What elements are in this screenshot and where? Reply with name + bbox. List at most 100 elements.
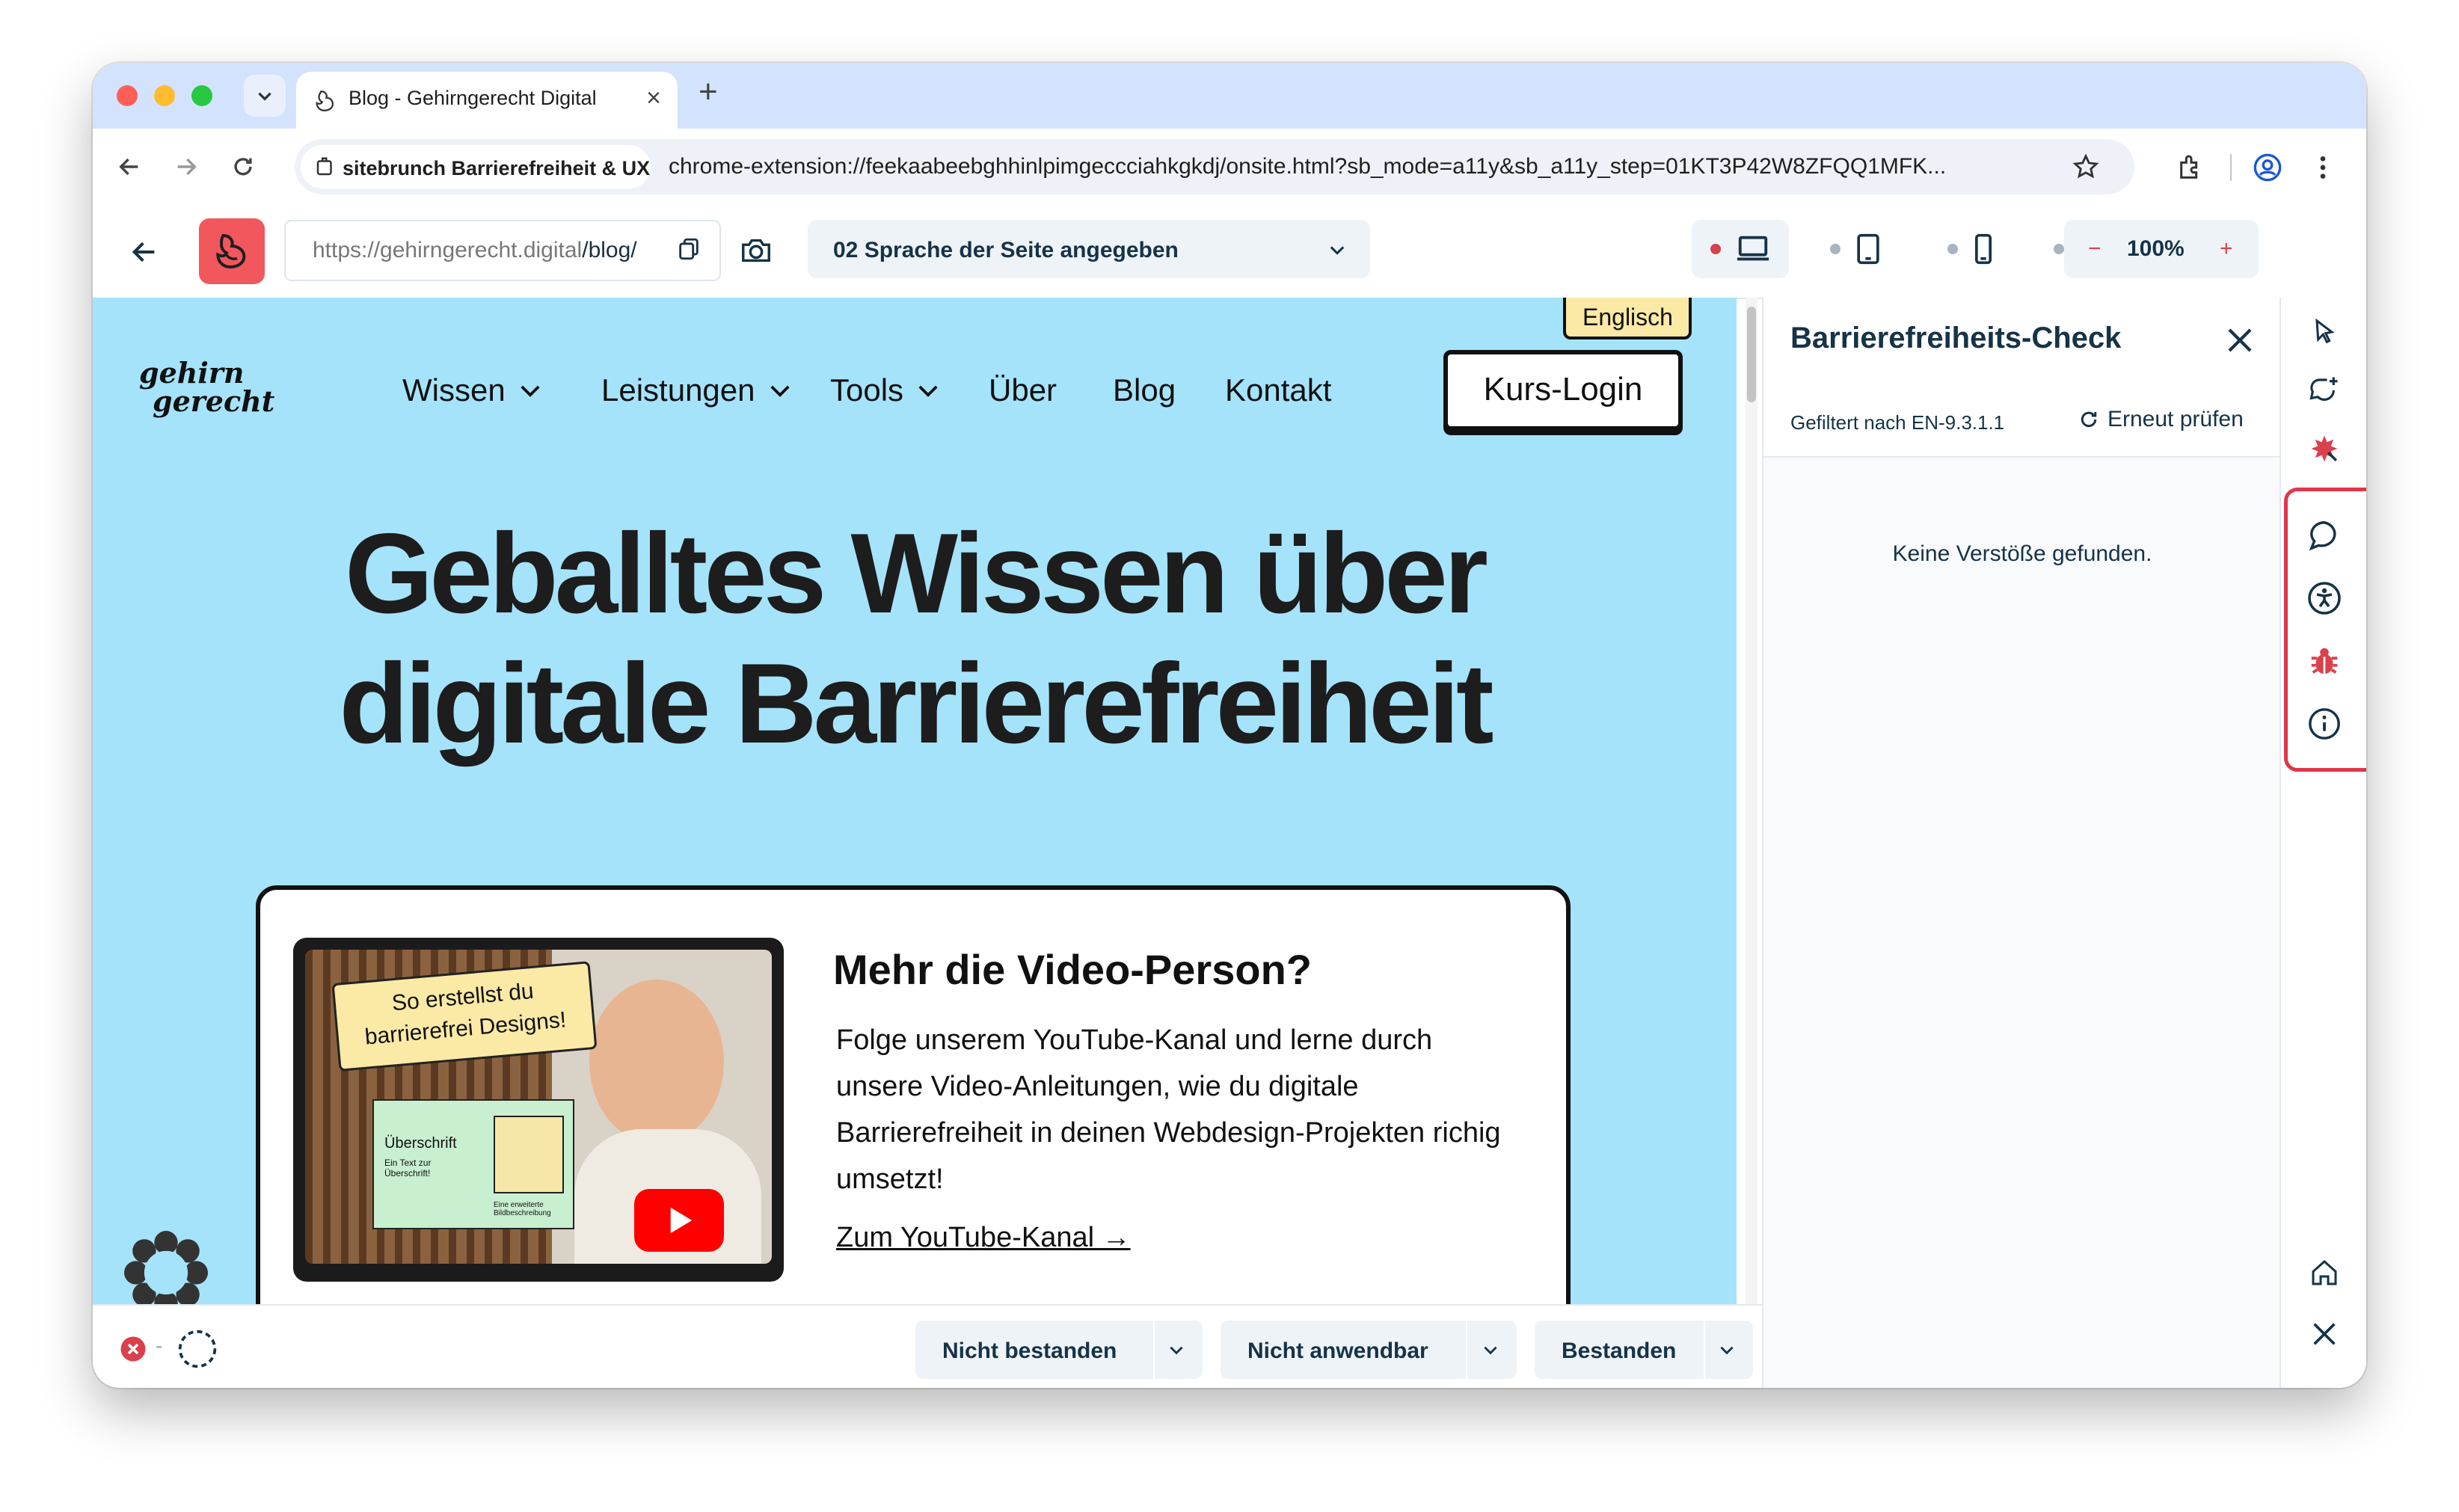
address-bar[interactable]: sitebrunch Barrierefreiheit & UX chrome-… [295,139,2134,194]
burst-icon [2311,435,2338,462]
verdict-failed-button[interactable]: Nicht bestanden [942,1339,1117,1364]
verdict-not-applicable-button[interactable]: Nicht anwendbar [1247,1339,1428,1364]
chevron-down-icon[interactable] [1717,1340,1737,1359]
kurs-login-button[interactable]: Kurs-Login [1443,350,1683,431]
nav-item-ueber[interactable]: Über [989,372,1057,408]
extension-toolbar: https://gehirngerecht.digital/blog/ 02 S… [93,205,2366,299]
comment-add-icon [2309,377,2338,401]
criterion-select[interactable]: 02 Sprache der Seite angegeben [808,220,1370,278]
filter-label: Gefiltert nach EN-9.3.1.1 [1790,411,2005,434]
close-panel-icon[interactable] [2224,325,2256,356]
video-thumbnail[interactable]: So erstellst du barrierefrei Designs! Üb… [293,938,784,1282]
bookmark-star-icon[interactable] [2072,153,2100,181]
site-favicon-icon [316,90,334,111]
bug-icon [2311,648,2338,674]
home-button[interactable] [2300,1249,2348,1297]
arrow-left-icon [119,158,138,176]
pending-status-icon [178,1330,217,1368]
zoom-control: − 100% + [2064,220,2259,278]
hero-heading-line-1: Geballtes Wissen über [345,510,1488,637]
nav-item-wissen[interactable]: Wissen [402,372,541,408]
camera-icon[interactable] [739,233,773,268]
more-menu-icon[interactable] [2308,153,2338,182]
info-button[interactable] [2300,700,2348,748]
profile-icon[interactable] [2253,153,2283,182]
chevron-down-icon [1330,246,1345,255]
reload-button[interactable] [221,145,265,188]
device-tablet-button[interactable] [1807,220,1904,278]
device-laptop-button[interactable] [1692,220,1789,278]
verdict-failed: Nicht bestanden [915,1321,1203,1379]
copy-icon[interactable] [676,236,702,262]
zoom-level: 100% [2127,236,2185,261]
youtube-play-icon [634,1189,724,1252]
croissant-icon [216,234,246,268]
select-element-button[interactable] [2300,308,2348,356]
accessibility-icon [2308,582,2341,615]
site-logo[interactable]: gehirn gerecht [139,359,274,416]
logo-line-2: gerecht [153,384,275,418]
youtube-channel-link[interactable]: Zum YouTube-Kanal → [836,1222,1131,1254]
youtube-card: So erstellst du barrierefrei Designs! Üb… [256,885,1571,1304]
nav-label: Tools [830,372,904,408]
highlight-issues-button[interactable] [2300,425,2348,473]
recheck-button[interactable]: Erneut prüfen [2078,407,2244,432]
chevron-down-icon[interactable] [1481,1340,1500,1359]
accessibility-button[interactable] [2300,574,2348,622]
thumbnail-label-1: Überschrift [384,1135,457,1152]
nav-item-kontakt[interactable]: Kontakt [1225,372,1331,408]
url-text: chrome-extension://feekaabeebghhinlpimge… [669,154,1947,179]
close-window-button[interactable] [117,85,138,106]
site-info-chip[interactable]: sitebrunch Barrierefreiheit & UX [301,145,651,188]
comments-button[interactable] [2300,511,2348,559]
login-label: Kurs-Login [1483,371,1643,408]
tab-search-button[interactable] [244,75,286,117]
forward-button[interactable] [165,145,208,188]
browser-tab[interactable]: Blog - Gehirngerecht Digital × [296,72,678,129]
speech-bubble-icon [2309,521,2336,551]
zoom-in-button[interactable]: + [2220,236,2233,262]
back-button[interactable] [108,145,151,188]
hero-heading-line-2: digitale Barrierefreiheit [339,640,1493,767]
arrow-left-icon [132,242,155,262]
page-scrollbar-thumb[interactable] [1747,307,1756,402]
nav-label: Leistungen [601,372,755,408]
browser-toolbar: sitebrunch Barrierefreiheit & UX chrome-… [93,129,2366,206]
new-tab-button[interactable]: + [699,73,718,111]
device-phone-button[interactable] [1922,220,2019,278]
close-tab-icon[interactable]: × [646,84,661,113]
language-badge: Englisch [1563,298,1692,339]
close-extension-button[interactable] [2300,1310,2348,1358]
page-scrollbar[interactable] [1746,298,1757,1304]
arrow-right-icon [177,158,197,176]
criterion-label: 02 Sprache der Seite angegeben [833,238,1179,262]
nav-item-blog[interactable]: Blog [1113,372,1176,408]
verdict-passed-button[interactable]: Bestanden [1562,1339,1676,1364]
extension-back-button[interactable] [123,230,166,274]
accessibility-settings-icon[interactable] [124,1231,208,1304]
nav-item-leistungen[interactable]: Leistungen [601,372,791,408]
empty-result-message: Keine Verstöße gefunden. [1892,541,2152,566]
tab-title: Blog - Gehirngerecht Digital [349,87,597,109]
site-chip-label: sitebrunch Barrierefreiheit & UX [343,157,651,179]
minimize-window-button[interactable] [154,85,175,106]
accessibility-check-panel: Barrierefreiheits-Check Gefiltert nach E… [1762,298,2281,1388]
chevron-down-icon[interactable] [1167,1340,1186,1359]
nav-item-tools[interactable]: Tools [830,372,939,408]
home-icon [2312,1259,2337,1285]
add-comment-button[interactable] [2300,366,2348,414]
page-url-field[interactable]: https://gehirngerecht.digital/blog/ [284,220,721,281]
recheck-label: Erneut prüfen [2108,407,2244,431]
nav-label: Blog [1113,372,1176,408]
bug-report-button[interactable] [2300,637,2348,685]
chevron-down-icon [258,92,271,101]
panel-header: Barrierefreiheits-Check [1763,298,2281,383]
extensions-icon[interactable] [2176,153,2206,182]
laptop-icon [1737,236,1769,261]
cursor-pointer-icon [2315,318,2335,344]
phone-icon [1975,233,1992,265]
close-icon [2313,1323,2336,1345]
error-status-icon [120,1336,146,1362]
zoom-out-button[interactable]: − [2088,236,2102,262]
maximize-window-button[interactable] [191,85,212,106]
